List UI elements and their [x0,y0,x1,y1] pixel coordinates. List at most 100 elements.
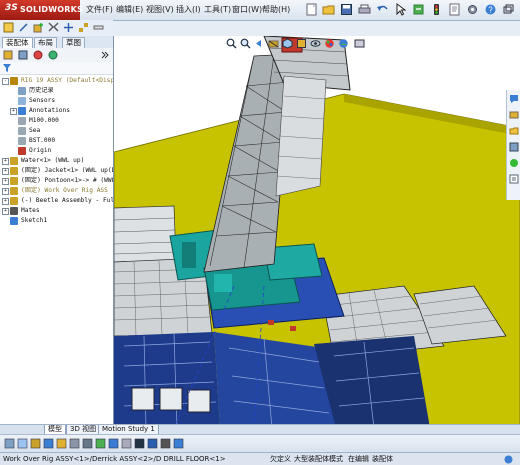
display-manager-icon[interactable] [48,50,58,60]
tree-item[interactable]: + (固定) Pontoon<1>-> # (WWL [0,176,113,186]
plane-icon [18,117,26,125]
view-front-icon[interactable] [4,438,15,449]
solidworks-logo: 3S SOLIDWORKS [0,0,83,20]
edit-appearance-icon[interactable] [324,38,335,49]
tree-item[interactable]: + (-) Beetle Assembly - Full [0,196,113,206]
zoom-to-fit-icon[interactable] [226,38,237,49]
tree-item-label: (固定) Work Over Rig ASS [21,187,108,194]
tree-item[interactable]: + (固定) Jacket<1> (WWL up(Di [0,166,113,176]
expand-plus-icon[interactable]: + [2,198,9,205]
previous-view-icon[interactable] [254,38,265,49]
menu-help[interactable]: 帮助(H) [262,4,290,15]
shadows-icon[interactable] [121,438,132,449]
insert-component-icon[interactable] [33,22,44,33]
custom-properties-icon[interactable] [509,174,519,184]
apply-scene-icon[interactable] [338,38,349,49]
svg-text:?: ? [488,6,493,15]
pan-icon[interactable] [160,438,171,449]
tree-item[interactable]: Sketch1 [0,216,113,226]
zoom-area-icon[interactable] [240,38,251,49]
traffic-light-icon[interactable] [430,3,443,16]
tree-item[interactable]: Sea [0,126,113,136]
menu-window[interactable]: 窗口(W) [232,4,262,15]
view-iso-icon[interactable] [43,438,54,449]
assembly-icon [10,167,18,175]
solidworks-resources-icon[interactable] [509,94,519,104]
tree-item[interactable]: Origin [0,146,113,156]
menu-file[interactable]: 文件(F) [86,4,113,15]
menu-edit[interactable]: 编辑(E) [116,4,143,15]
measure-icon[interactable] [93,22,104,33]
expand-plus-icon[interactable]: + [2,168,9,175]
filter-icon[interactable] [3,64,11,72]
logo-mark: 3S [5,3,18,13]
help-status-icon[interactable] [504,455,513,464]
zoom-icon[interactable] [134,438,145,449]
print-icon[interactable] [358,3,371,16]
window-restore-icon[interactable] [502,3,515,16]
tab-layout[interactable]: 布局 [34,37,57,48]
file-explorer-icon[interactable] [509,126,519,136]
open-folder-icon[interactable] [322,3,335,16]
tree-item[interactable]: + Annotations [0,106,113,116]
undo-icon[interactable] [376,3,389,16]
appearances-icon[interactable] [509,158,519,168]
property-manager-icon[interactable] [18,50,28,60]
expand-plus-icon[interactable]: + [2,208,9,215]
section-view-icon[interactable] [268,38,279,49]
hidden-lines-icon[interactable] [82,438,93,449]
menu-tools[interactable]: 工具(T) [204,4,231,15]
help-question-icon[interactable]: ? [484,3,497,16]
tab-assembly[interactable]: 装配体 [2,37,33,48]
tree-item[interactable]: + (固定) Work Over Rig ASS [0,186,113,196]
feature-tree-icon[interactable] [3,50,13,60]
display-style-icon[interactable] [296,38,307,49]
section-icon[interactable] [95,438,106,449]
expand-chevron-icon[interactable] [100,50,110,60]
rotate-icon[interactable] [147,438,158,449]
sketch-tool-icon[interactable] [18,22,29,33]
sketch-icon [10,217,18,225]
smart-component-icon[interactable] [3,22,14,33]
menu-insert[interactable]: 插入(I) [176,4,201,15]
options-gear-icon[interactable] [466,3,479,16]
save-icon[interactable] [340,3,353,16]
expand-plus-icon[interactable]: + [2,188,9,195]
normal-to-icon[interactable] [173,438,184,449]
new-document-icon[interactable] [305,3,318,16]
view-settings-icon[interactable] [354,38,365,49]
expand-plus-icon[interactable]: + [2,178,9,185]
collapse-minus-icon[interactable]: - [2,78,9,85]
graphics-area[interactable] [114,36,520,428]
move-component-icon[interactable] [63,22,74,33]
tree-item-label: Sensors [29,97,56,104]
expand-plus-icon[interactable]: + [2,158,9,165]
tree-item[interactable]: BST.000 [0,136,113,146]
exploded-view-icon[interactable] [78,22,89,33]
file-properties-icon[interactable] [448,3,461,16]
assembly-model-render[interactable] [114,36,520,428]
tree-item[interactable]: M100.000 [0,116,113,126]
tree-item[interactable]: 历史记录 [0,86,113,96]
tree-item[interactable]: + Water<1> (WWL up) [0,156,113,166]
hide-show-items-icon[interactable] [310,38,321,49]
menu-view[interactable]: 视图(V) [146,4,174,15]
expand-plus-icon[interactable]: + [10,108,17,115]
configuration-manager-icon[interactable] [33,50,43,60]
mate-icon[interactable] [48,22,59,33]
rebuild-icon[interactable] [412,3,425,16]
tab-sketch[interactable]: 草图 [62,37,85,48]
view-orientation-icon[interactable] [282,38,293,49]
tree-item[interactable]: - RIG 19 ASSY (Default<Disp [0,76,113,86]
view-right-icon[interactable] [30,438,41,449]
tree-item[interactable]: + Mates [0,206,113,216]
view-palette-icon[interactable] [509,142,519,152]
shaded-icon[interactable] [56,438,67,449]
perspective-icon[interactable] [108,438,119,449]
design-library-icon[interactable] [509,110,519,120]
select-cursor-icon[interactable] [394,3,407,16]
wireframe-icon[interactable] [69,438,80,449]
manager-icon-row [0,48,113,63]
tree-item[interactable]: Sensors [0,96,113,106]
view-top-icon[interactable] [17,438,28,449]
